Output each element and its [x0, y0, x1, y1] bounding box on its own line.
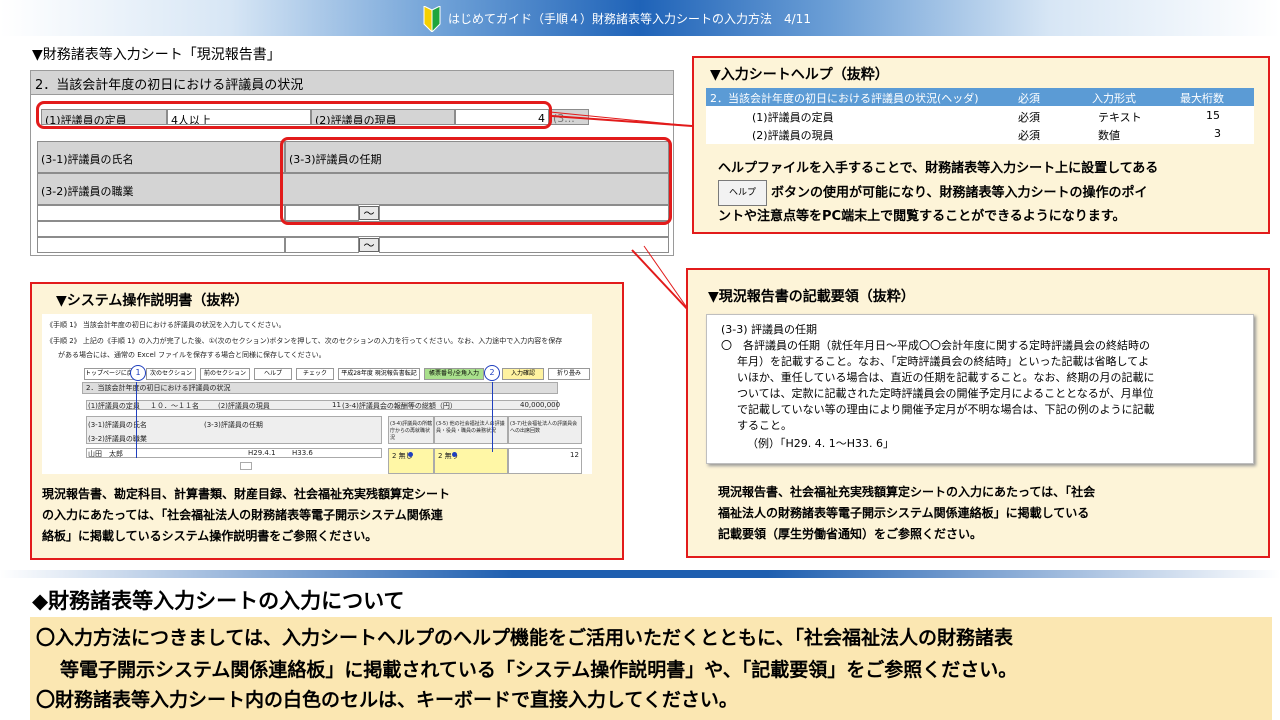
kisai-foot-line: 福祉法人の財務諸表等電子開示システム関係連絡板」に掲載している — [718, 506, 1090, 520]
mini-step1: 《手順 1》 当該会計年度の初日における評議員の状況を入力してください。 — [46, 321, 286, 329]
system-panel-title: ▼システム操作説明書（抜粋） — [56, 293, 249, 309]
kisai-foot-line: 現況報告書、社会福祉充実残額算定シートの入力にあたっては、「社会 — [718, 485, 1096, 499]
mini-guide-line-1 — [136, 382, 137, 458]
help-table: 2．当該会計年度の初日における評議員の状況(ヘッダ) 必須 入力形式 最大桁数 … — [706, 88, 1254, 144]
mini-r1c: (2)評議員の現員 — [218, 402, 270, 410]
help-row2-item: (2)評議員の現員 — [752, 129, 834, 142]
mini-btn-check[interactable]: チェック — [296, 368, 334, 380]
mini-guide-line-2 — [492, 382, 493, 452]
mini-h5: (3-7)社会福祉法人の評議員会への出席回数 — [510, 421, 578, 434]
system-foot-line: 絡板」に掲載しているシステム操作説明書をご参照ください。 — [42, 529, 378, 543]
kisai-footnote: 現況報告書、社会福祉充実残額算定シートの入力にあたっては、「社会 福祉法人の財務… — [718, 482, 1238, 545]
help-text-line1: ヘルプファイルを入手することで、財務諸表等入力シート上に設置してある — [718, 161, 1159, 176]
mini-btn-help[interactable]: ヘルプ — [254, 368, 292, 380]
highlight-row1 — [36, 101, 552, 129]
help-col-req: 必須 — [1018, 92, 1040, 105]
mini-h3: (3-4)評議員の所轄庁からの再就職状況 — [390, 421, 433, 441]
mini-dot-1 — [408, 452, 413, 457]
mini-btn-fold[interactable]: 折り畳み — [548, 368, 590, 380]
mini-data-row — [86, 448, 382, 458]
mini-section-title: 2．当該会計年度の初日における評議員の状況 — [86, 384, 231, 392]
mini-btn-transfer[interactable]: 平成28年度 現況報告書転記 — [338, 368, 420, 380]
help-text-line2: ヘルプ ボタンの使用が可能になり、財務諸表等入力シートの操作のポイ — [718, 180, 1242, 206]
mini-d2: H29.4.1 — [248, 449, 276, 457]
mini-r1a: (1)評議員の定員 — [88, 402, 140, 410]
mini-btn-prev[interactable]: 前のセクション — [200, 368, 250, 380]
mini-btn-top[interactable]: トップページに戻る — [84, 368, 139, 380]
mini-h2: (3-3)評議員の任期 — [204, 421, 263, 429]
label-name: (3-1)評議員の氏名 — [37, 141, 285, 173]
help-text-line3: ントや注意点等をPC端末上で閲覧することができるようになります。 — [718, 209, 1126, 224]
notice-line-1: 〇入力方法につきましては、入力シートヘルプのヘルプ機能をご活用いただくとともに、… — [36, 627, 1013, 649]
help-col-type: 入力形式 — [1092, 92, 1136, 105]
help-row2-req: 必須 — [1018, 129, 1040, 142]
mini-circle-2: 2 — [484, 365, 500, 381]
mini-circle-1: 1 — [130, 365, 146, 381]
help-row1-max: 15 — [1206, 109, 1220, 122]
section-heading: ◆財務諸表等入力シートの入力について — [32, 589, 405, 613]
help-col-item: 2．当該会計年度の初日における評議員の状況(ヘッダ) — [710, 92, 979, 105]
system-foot-line: 現況報告書、勘定科目、計算書類、財産目録、社会福祉充実残額算定シート — [42, 487, 451, 501]
kisai-excerpt: (3-3) 評議員の任期 〇 各評議員の任期（就任年月日～平成〇〇会計年度に関す… — [706, 314, 1254, 464]
mini-btn-confirm[interactable]: 入力確認 — [502, 368, 544, 380]
mini-btn-fullwidth[interactable]: 帳票番号/全角入力 — [424, 368, 484, 380]
kisai-line: で記載していない等の理由により開催予定月が不明な場合は、下記の例のように記載 — [737, 403, 1155, 416]
help-row1-req: 必須 — [1018, 111, 1040, 124]
mini-step2b: がある場合には、通常の Excel ファイルを保存する場合と同様に保存してくださ… — [58, 351, 326, 359]
mini-h6: (3-2)評議員の職業 — [88, 435, 147, 443]
mini-btn-next[interactable]: 次のセクション — [146, 368, 196, 380]
input-name-1[interactable] — [37, 205, 285, 221]
kisai-line: いほか、重任している場合は、直近の任期を記載すること。なお、終期の月の記載に — [737, 371, 1155, 384]
mini-dot-2 — [452, 452, 457, 457]
tilde-2: ～ — [359, 238, 379, 252]
help-text-line2-body: ボタンの使用が可能になり、財務諸表等入力シートの操作のポイ — [771, 185, 1148, 201]
beginner-mark-icon — [423, 6, 441, 32]
help-col-max: 最大桁数 — [1180, 92, 1224, 105]
help-row2-type: 数値 — [1098, 129, 1120, 142]
kisai-line: 〇 各評議員の任期（就任年月日～平成〇〇会計年度に関する定時評議員会の終結時の — [721, 339, 1150, 352]
mini-h4: (3-5) 他の社会福祉法人の評議員・役員・職員の兼務状況 — [436, 421, 505, 434]
mini-r1d: 11 — [332, 401, 341, 409]
sheet-section-title: 2．当該会計年度の初日における評議員の状況 — [31, 71, 673, 95]
mini-d3: H33.6 — [292, 449, 313, 457]
input-name-2[interactable] — [37, 237, 285, 253]
kisai-line: 年月）を記載すること。なお、「定時評議員会の終結時」といった記載は省略してよ — [737, 355, 1150, 368]
highlight-term — [280, 137, 672, 225]
mini-h1: (3-1)評議員の氏名 — [88, 421, 147, 429]
mini-tilde-box — [240, 462, 252, 470]
help-description: ヘルプファイルを入手することで、財務諸表等入力シート上に設置してある ヘルプ ボタ… — [718, 158, 1242, 228]
mini-step2: 《手順 2》 上記の《手順 1》の入力が完了した後、①(次のセクション)ボタンを… — [46, 337, 563, 345]
kisai-example: （例）「H29. 4. 1～H33. 6」 — [747, 437, 895, 450]
notice-line-3: 〇財務諸表等入力シート内の白色のセルは、キーボードで直接入力してください。 — [36, 689, 738, 711]
help-row1-item: (1)評議員の定員 — [752, 111, 834, 124]
label-cut: (3... — [549, 109, 589, 125]
kisai-foot-line: 記載要領（厚生労働省通知）をご参照ください。 — [718, 527, 983, 541]
system-footnote: 現況報告書、勘定科目、計算書類、財産目録、社会福祉充実残額算定シート の入力にあ… — [42, 484, 612, 547]
help-panel-title: ▼入力シートヘルプ（抜粋） — [710, 67, 889, 83]
mini-r1f: 40,000,000 — [520, 401, 561, 409]
manual-screenshot: 《手順 1》 当該会計年度の初日における評議員の状況を入力してください。 《手順… — [42, 314, 592, 474]
input-term-end-2[interactable] — [379, 237, 669, 253]
notice-box: 〇入力方法につきましては、入力シートヘルプのヘルプ機能をご活用いただくとともに、… — [30, 617, 1272, 720]
section-divider — [0, 570, 1280, 578]
page-title: はじめてガイド（手順４）財務諸表等入力シートの入力方法 4/11 — [448, 12, 811, 26]
mini-r1e: (3-4)評議員会の報酬等の総額（円） — [342, 402, 457, 410]
help-button[interactable]: ヘルプ — [718, 180, 768, 206]
kisai-line: (3-3) 評議員の任期 — [721, 323, 818, 336]
kisai-line: ついては、定款に記載された定時評議員会の開催予定月によることとなるが、月単位 — [737, 387, 1154, 400]
kisai-line: すること。 — [737, 419, 792, 432]
help-row2-max: 3 — [1214, 127, 1221, 140]
mini-d6: 12 — [570, 451, 579, 459]
mini-d1: 山田 太郎 — [88, 450, 123, 458]
sheet-caption: ▼財務諸表等入力シート「現況報告書」 — [32, 47, 281, 63]
system-foot-line: の入力にあたっては、「社会福祉法人の財務諸表等電子開示システム関係連 — [42, 508, 443, 522]
kisai-panel-title: ▼現況報告書の記載要領（抜粋） — [708, 289, 915, 305]
input-term-start-2[interactable] — [285, 237, 359, 253]
mini-r1b: １０．～１１名 — [150, 402, 199, 410]
help-row1-type: テキスト — [1098, 111, 1142, 124]
notice-line-2: 等電子開示システム関係連絡板」に掲載されている「システム操作説明書」や、「記載要… — [60, 659, 1018, 681]
